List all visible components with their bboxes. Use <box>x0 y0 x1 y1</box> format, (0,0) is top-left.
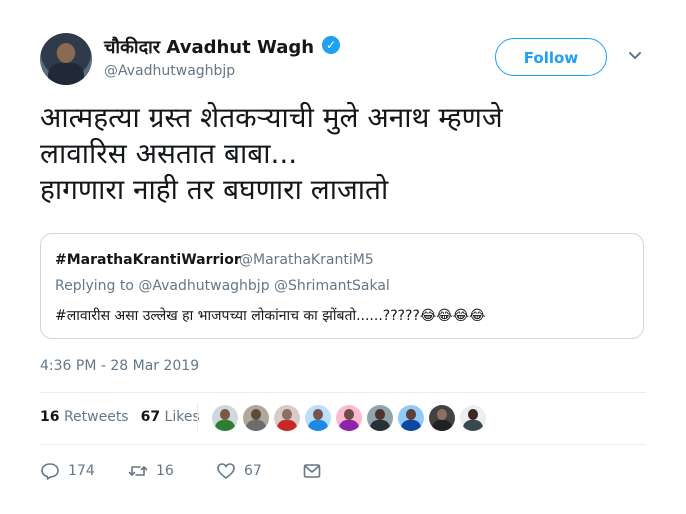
likes-count: 67 <box>140 409 161 425</box>
verified-badge-icon: ✓ <box>322 36 340 54</box>
divider <box>40 444 646 445</box>
stats-separator <box>197 402 198 432</box>
replying-to-handles: @Avadhutwaghbjp @ShrimantSakal <box>138 278 390 294</box>
tweet-stats: 16 Retweets 67 Likes <box>40 409 200 425</box>
reply-count: 174 <box>68 463 95 479</box>
retweets-count: 16 <box>40 409 60 425</box>
likes-label: Likes <box>164 409 200 425</box>
author-display-name[interactable]: चौकीदार Avadhut Wagh <box>104 35 314 59</box>
like-count: 67 <box>244 463 262 479</box>
liker-avatar[interactable] <box>460 405 486 431</box>
quoted-tweet-text: #लावारीस असा उल्लेख हा भाजपच्या लोकांनाच… <box>55 308 486 324</box>
quoted-tweet[interactable]: #MarathaKrantiWarrior @MarathaKrantiM5 R… <box>40 233 644 339</box>
tweet-line: आत्महत्या ग्रस्त शेतकऱ्याची मुले अनाथ म्… <box>40 101 503 134</box>
liker-avatar[interactable] <box>367 405 393 431</box>
replying-to-label: Replying to <box>55 278 134 294</box>
liker-avatar[interactable] <box>212 405 238 431</box>
liker-avatar[interactable] <box>429 405 455 431</box>
reply-icon <box>41 463 59 480</box>
heart-icon <box>217 463 235 479</box>
divider <box>40 392 646 393</box>
liker-avatar[interactable] <box>274 405 300 431</box>
liker-avatar[interactable] <box>243 405 269 431</box>
author-handle[interactable]: @Avadhutwaghbjp <box>104 63 235 79</box>
liker-avatar[interactable] <box>398 405 424 431</box>
retweets-stat[interactable]: 16 Retweets <box>40 409 129 425</box>
author-avatar[interactable] <box>40 33 92 85</box>
retweet-count: 16 <box>156 463 174 479</box>
retweet-button[interactable]: 16 <box>128 459 174 483</box>
tweet-timestamp[interactable]: 4:36 PM - 28 Mar 2019 <box>40 358 199 374</box>
tweet-line: लावारिस असतात बाबा... <box>40 137 298 170</box>
likes-stat[interactable]: 67 Likes <box>141 409 200 425</box>
quoted-author-name: #MarathaKrantiWarrior <box>55 252 241 268</box>
liker-avatar[interactable] <box>336 405 362 431</box>
retweets-label: Retweets <box>63 409 129 425</box>
tweet-text: आत्महत्या ग्रस्त शेतकऱ्याची मुले अनाथ म्… <box>40 100 660 208</box>
quoted-author-handle: @MarathaKrantiM5 <box>239 252 374 268</box>
envelope-icon <box>303 464 321 478</box>
direct-message-button[interactable] <box>302 459 322 483</box>
liker-avatar[interactable] <box>305 405 331 431</box>
replying-to: Replying to @Avadhutwaghbjp @ShrimantSak… <box>55 278 390 294</box>
follow-button[interactable]: Follow <box>495 38 607 76</box>
tweet-line: हागणारा नाही तर बघणारा लाजातो <box>40 173 389 206</box>
chevron-down-icon[interactable] <box>627 48 643 64</box>
retweet-icon <box>128 466 148 476</box>
like-button[interactable]: 67 <box>216 459 262 483</box>
reply-button[interactable]: 174 <box>40 459 95 483</box>
